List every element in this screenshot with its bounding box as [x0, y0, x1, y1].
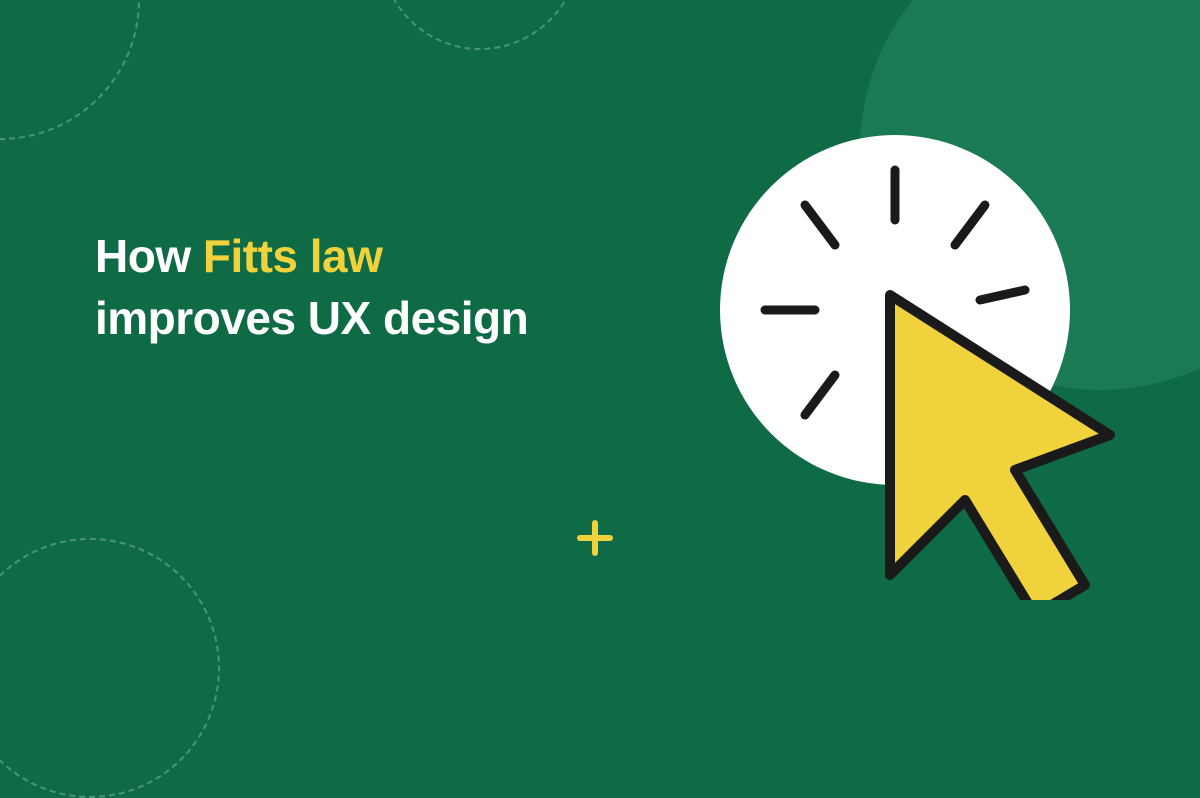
plus-icon: [575, 518, 615, 558]
decorative-dashed-circle: [0, 0, 140, 140]
decorative-dashed-circle: [0, 538, 220, 798]
headline-highlight: Fitts law: [203, 230, 383, 282]
page-title: How Fitts law improves UX design: [95, 225, 528, 349]
headline-part2: improves UX design: [95, 292, 528, 344]
decorative-dashed-circle: [380, 0, 580, 50]
cursor-click-icon: [680, 110, 1140, 600]
headline-part1: How: [95, 230, 203, 282]
